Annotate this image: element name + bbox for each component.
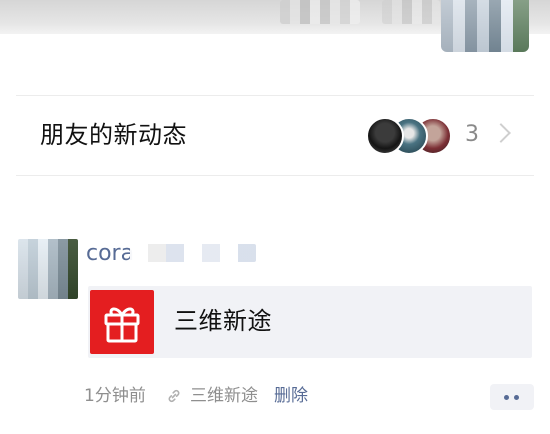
blurred-name-mosaic (130, 244, 256, 262)
post-meta: 1分钟前 三维新途 删除 (84, 382, 444, 410)
blurred-text-mosaic (280, 0, 360, 24)
link-icon-svg (168, 389, 180, 403)
friend-avatar (366, 117, 404, 155)
post-author-name[interactable]: cora (86, 238, 256, 270)
moments-page: 朋友的新动态 3 cora 三维新途 1分钟前 三维新途 删除 (0, 0, 550, 434)
gift-icon (90, 290, 154, 354)
more-dots-icon (514, 395, 519, 400)
gift-icon-svg (104, 307, 140, 343)
blurred-text-mosaic (382, 0, 440, 24)
chevron-right-icon (491, 123, 511, 143)
shared-link-title: 三维新途 (174, 307, 272, 335)
friend-avatars (366, 117, 452, 155)
updates-count: 3 (465, 122, 479, 147)
link-icon (166, 388, 182, 404)
post-author-name-text: cora (86, 241, 135, 266)
post-author-avatar[interactable] (18, 239, 78, 299)
more-dots-icon (504, 395, 509, 400)
post-time: 1分钟前 (84, 386, 146, 406)
shared-link-card[interactable]: 三维新途 (88, 286, 532, 358)
friends-updates-title: 朋友的新动态 (40, 121, 187, 149)
divider (16, 175, 534, 176)
post-source[interactable]: 三维新途 (190, 382, 258, 410)
delete-button[interactable]: 删除 (274, 382, 308, 410)
more-actions-button[interactable] (490, 384, 534, 410)
friends-updates-row[interactable]: 朋友的新动态 3 (0, 96, 550, 175)
profile-avatar[interactable] (441, 0, 529, 52)
